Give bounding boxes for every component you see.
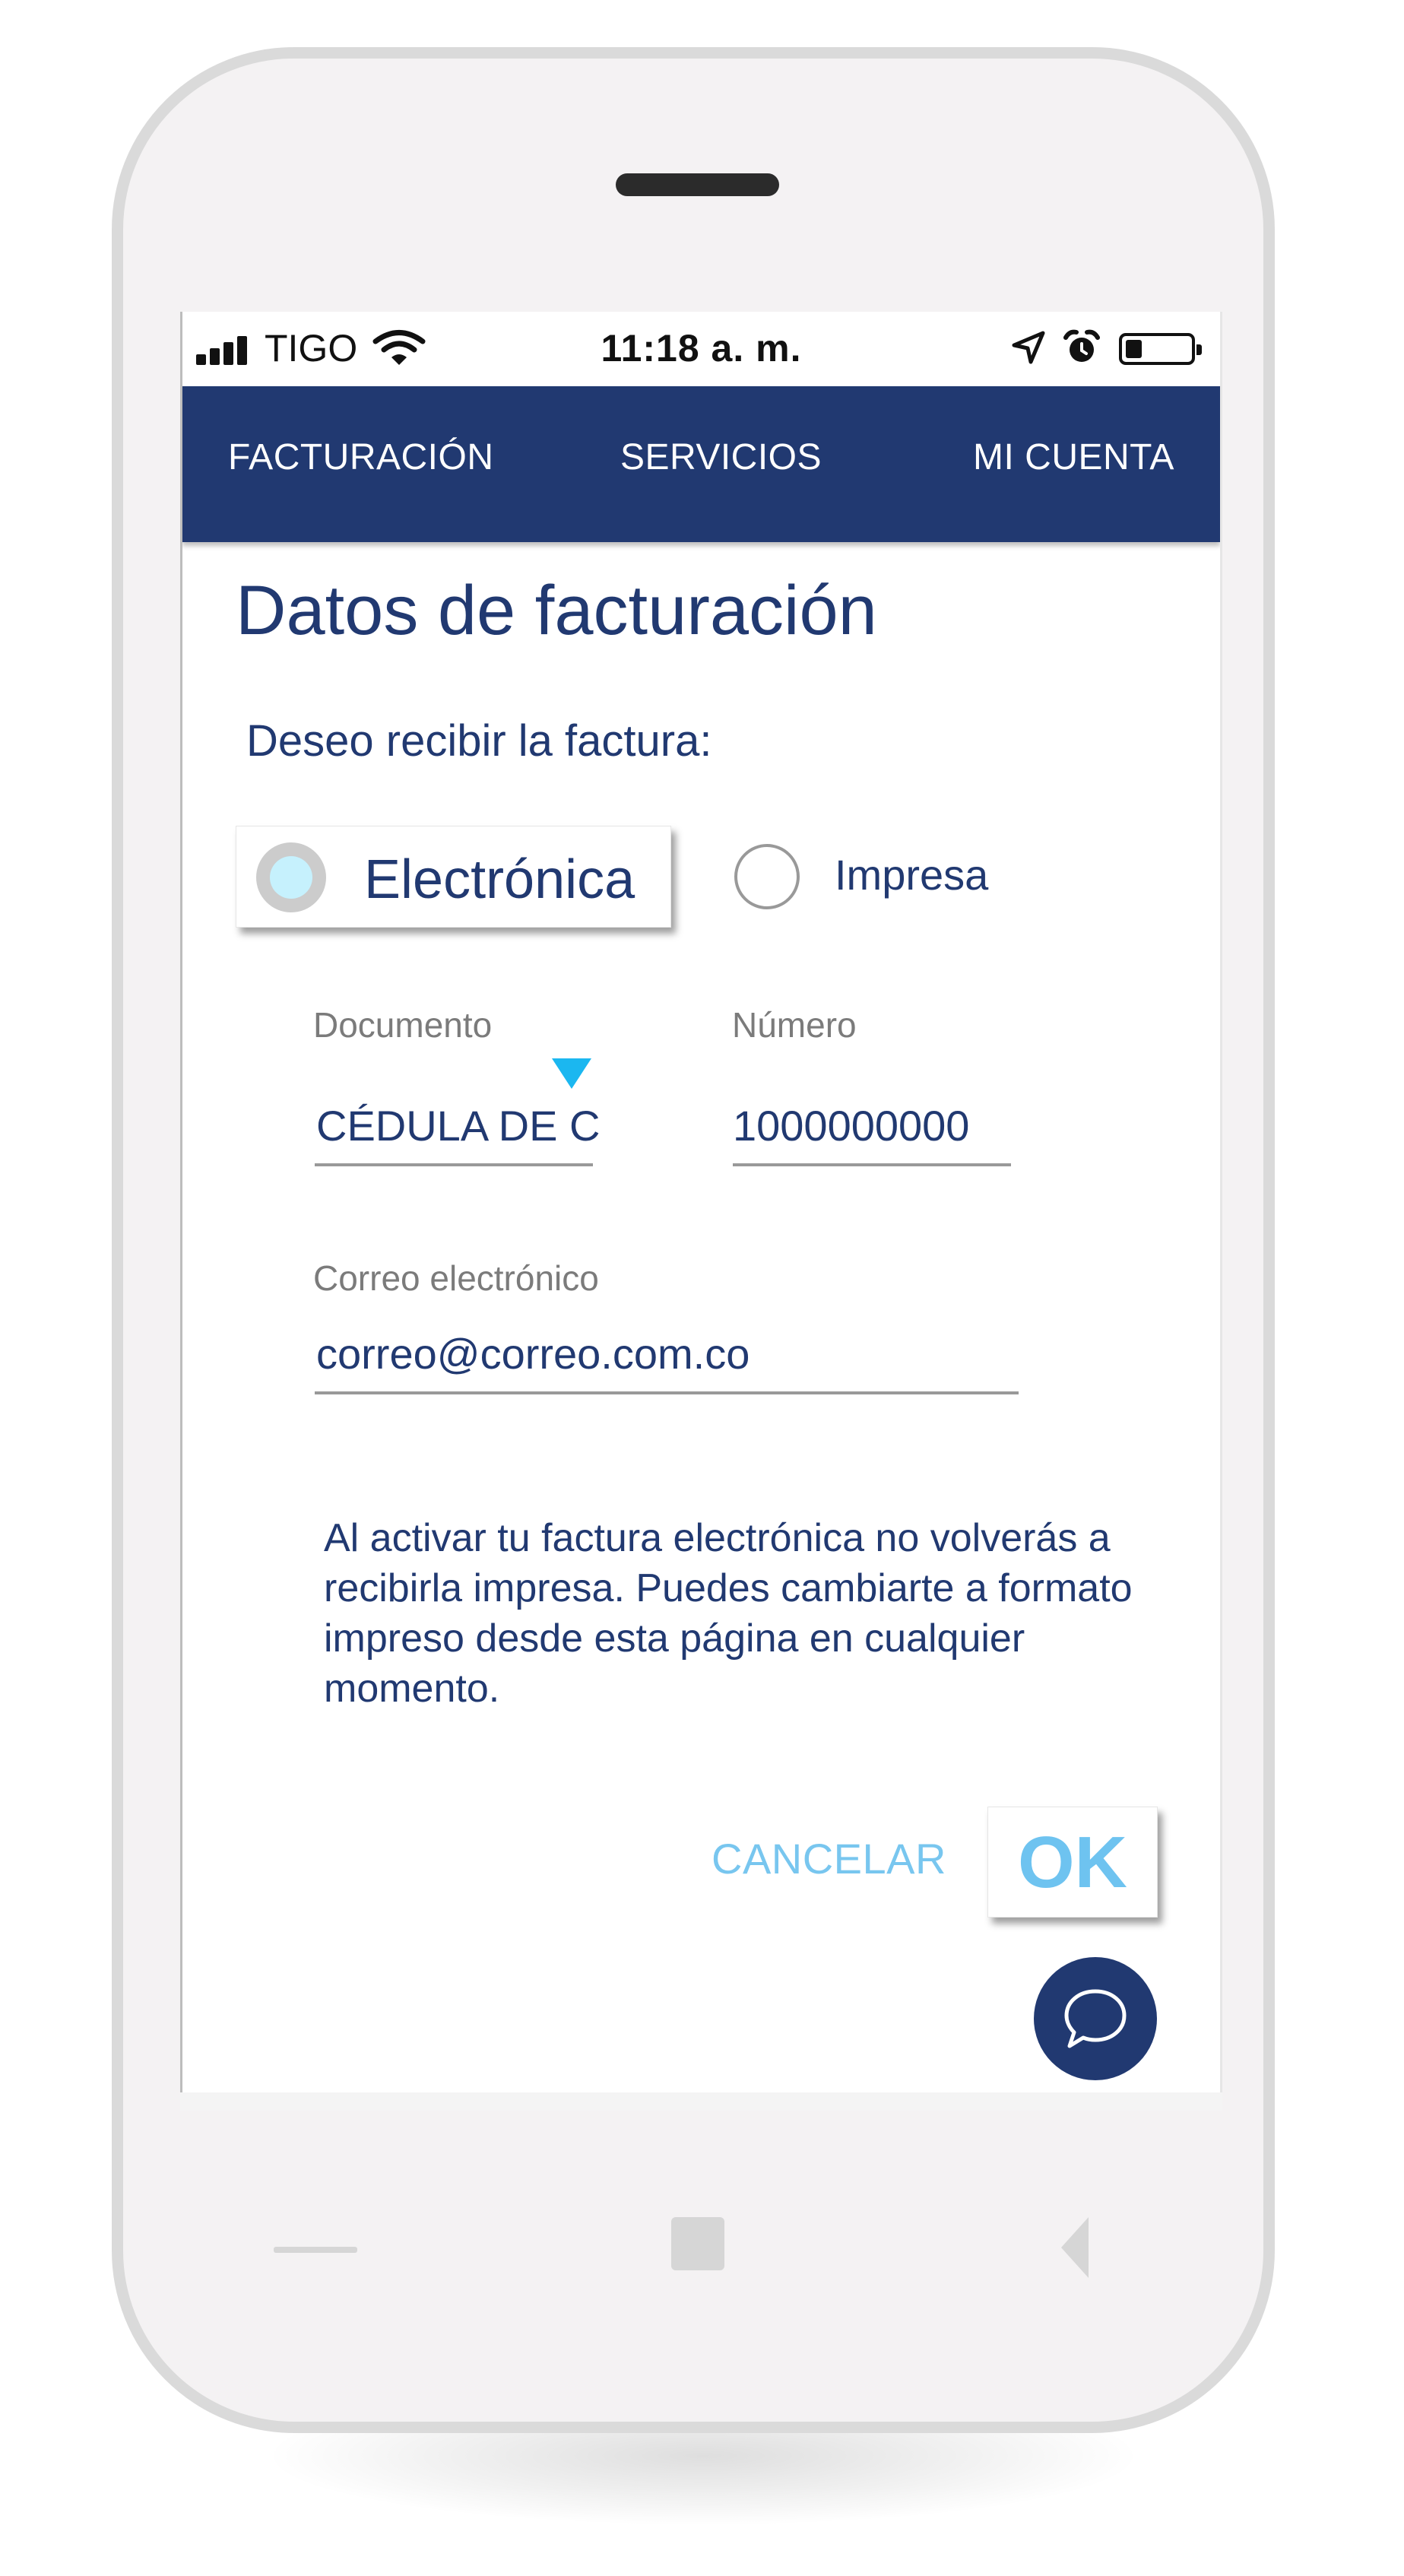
- number-input[interactable]: 1000000000: [733, 1099, 969, 1153]
- status-bar: TIGO 11:18 a. m.: [182, 312, 1220, 386]
- email-label: Correo electrónico: [313, 1258, 599, 1298]
- hardware-back-line-icon[interactable]: [274, 2247, 357, 2253]
- tab-mi-cuenta[interactable]: MI CUENTA: [973, 436, 1174, 479]
- document-select[interactable]: CÉDULA DE C: [316, 1099, 600, 1153]
- location-arrow-icon: [1012, 331, 1045, 364]
- document-underline: [315, 1163, 593, 1166]
- chat-button[interactable]: [1034, 1957, 1157, 2080]
- radio-selected-icon[interactable]: [256, 842, 326, 912]
- delivery-prompt: Deseo recibir la factura:: [246, 716, 712, 766]
- alarm-icon: [1063, 329, 1100, 362]
- app-screen: TIGO 11:18 a. m. FACTURACIÓN SERVICIOS M…: [180, 312, 1222, 2110]
- radio-label-impresa[interactable]: Impresa: [835, 849, 988, 902]
- email-underline: [315, 1391, 1019, 1394]
- top-navigation: FACTURACIÓN SERVICIOS MI CUENTA: [182, 386, 1220, 542]
- cancel-button[interactable]: CANCELAR: [712, 1832, 946, 1886]
- document-label: Documento: [313, 1005, 493, 1045]
- number-label: Número: [732, 1005, 857, 1045]
- radio-option-electronica[interactable]: Electrónica: [236, 826, 671, 928]
- radio-option-impresa[interactable]: [734, 844, 800, 909]
- hardware-home-icon[interactable]: [671, 2217, 724, 2270]
- dropdown-arrow-icon[interactable]: [552, 1058, 591, 1089]
- page-title: Datos de facturación: [236, 572, 877, 649]
- screen-bottom-edge: [180, 2092, 1222, 2111]
- chat-bubble-icon: [1064, 1989, 1127, 2048]
- battery-icon: [1119, 333, 1202, 365]
- tab-servicios[interactable]: SERVICIOS: [620, 436, 822, 479]
- number-underline: [733, 1163, 1011, 1166]
- hardware-back-triangle-icon[interactable]: [1061, 2217, 1089, 2278]
- ok-button[interactable]: OK: [987, 1807, 1158, 1918]
- tab-facturacion[interactable]: FACTURACIÓN: [228, 436, 494, 479]
- phone-speaker: [616, 173, 779, 196]
- info-text: Al activar tu factura electrónica no vol…: [324, 1516, 1133, 1711]
- radio-label-electronica: Electrónica: [364, 849, 635, 910]
- email-input[interactable]: correo@correo.com.co: [316, 1328, 750, 1381]
